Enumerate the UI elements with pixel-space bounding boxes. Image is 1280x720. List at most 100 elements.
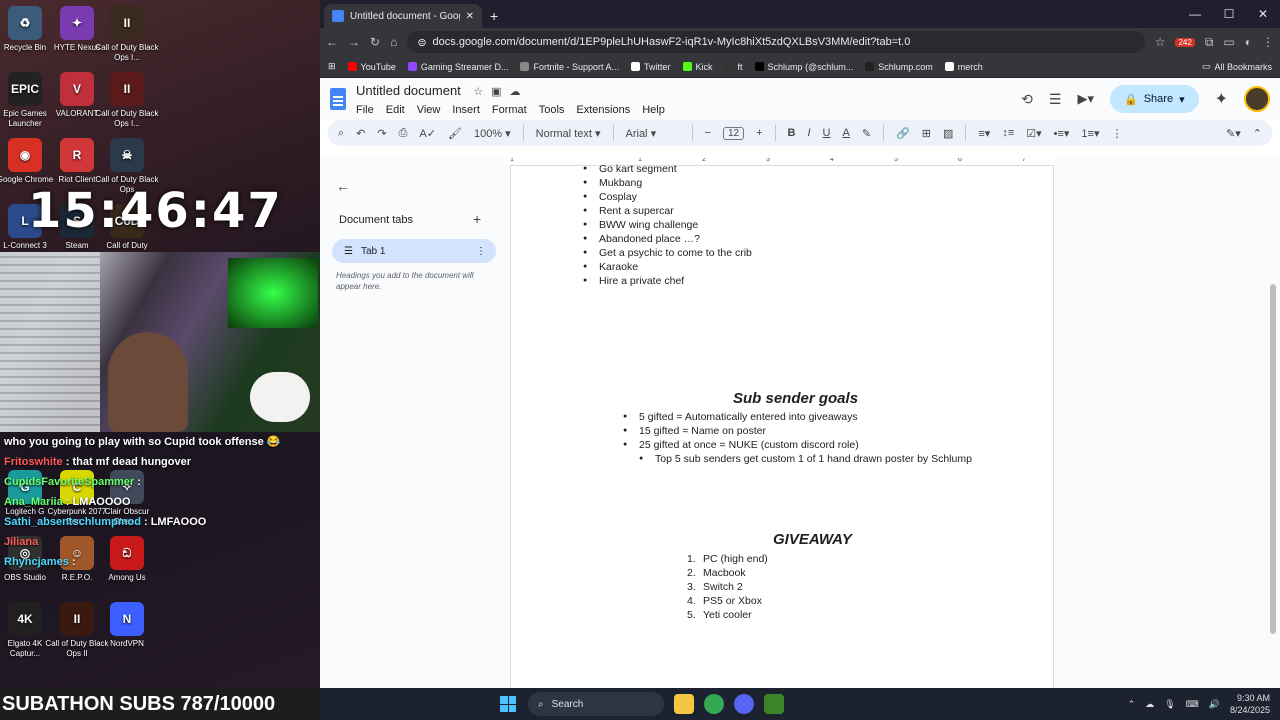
menu-edit[interactable]: Edit bbox=[386, 104, 405, 116]
document-page[interactable]: Go kart segmentMukbangCosplayRent a supe… bbox=[510, 162, 1054, 688]
side-panel-icon[interactable]: ▭ bbox=[1223, 35, 1234, 49]
undo-icon[interactable]: ↶ bbox=[356, 127, 365, 140]
bookmark-item[interactable]: merch bbox=[944, 62, 983, 72]
menu-file[interactable]: File bbox=[356, 104, 374, 116]
site-info-icon[interactable]: ⊜ bbox=[417, 36, 426, 49]
back-arrow-icon[interactable]: ← bbox=[336, 178, 350, 194]
redo-icon[interactable]: ↷ bbox=[377, 127, 386, 140]
url-field[interactable]: ⊜ docs.google.com/document/d/1EP9pleLhUH… bbox=[407, 31, 1145, 53]
menu-tools[interactable]: Tools bbox=[539, 104, 565, 116]
bookmark-item[interactable]: Schlump.com bbox=[865, 62, 933, 72]
mic-icon[interactable]: 🎙 bbox=[1164, 699, 1175, 710]
highlight-icon[interactable]: ✎ bbox=[862, 127, 871, 140]
tab-options-icon[interactable]: ⋮ bbox=[476, 246, 486, 257]
docs-logo-icon[interactable] bbox=[330, 88, 346, 110]
network-icon[interactable]: ⌨ bbox=[1186, 699, 1199, 710]
desktop-icon[interactable]: II Call of Duty Black Ops I... bbox=[94, 72, 160, 129]
share-dropdown-icon[interactable]: ▾ bbox=[1179, 93, 1185, 106]
search-placeholder: Search bbox=[551, 698, 584, 710]
tray-overflow-icon[interactable]: ⌃ bbox=[1128, 699, 1136, 710]
list-text: Macbook bbox=[703, 567, 746, 579]
menu-insert[interactable]: Insert bbox=[452, 104, 480, 116]
search-menus-icon[interactable]: ⌕ bbox=[338, 127, 344, 140]
extension-badge[interactable]: 242 bbox=[1175, 37, 1195, 47]
zoom-select[interactable]: 100% ▾ bbox=[474, 127, 511, 140]
cloud-status-icon[interactable]: ☁ bbox=[510, 85, 521, 98]
back-icon[interactable]: ← bbox=[326, 35, 338, 49]
style-select[interactable]: Normal text ▾ bbox=[536, 127, 601, 140]
numbered-list-icon[interactable]: 1≡▾ bbox=[1081, 127, 1099, 140]
chrome-icon[interactable] bbox=[704, 694, 724, 714]
bullet-list-icon[interactable]: •≡▾ bbox=[1054, 127, 1070, 140]
font-size-field[interactable]: 12 bbox=[722, 126, 745, 140]
new-tab-icon[interactable]: + bbox=[490, 8, 498, 24]
print-icon[interactable]: ⎙ bbox=[399, 127, 408, 140]
image-icon[interactable]: ▨ bbox=[943, 127, 953, 140]
bookmark-item[interactable]: Gaming Streamer D... bbox=[407, 62, 508, 72]
extensions-icon[interactable]: ⧉ bbox=[1205, 35, 1214, 50]
desktop-icon[interactable]: II Call of Duty Black Ops I... bbox=[94, 6, 160, 63]
bookmark-star-icon[interactable]: ☆ bbox=[1155, 35, 1166, 49]
paint-format-icon[interactable]: 🖌 bbox=[448, 127, 462, 140]
maximize-icon[interactable]: ☐ bbox=[1212, 0, 1246, 28]
close-window-icon[interactable]: ✕ bbox=[1246, 0, 1280, 28]
close-tab-icon[interactable]: ✕ bbox=[466, 11, 474, 22]
bookmark-item[interactable]: Fortnite - Support A... bbox=[520, 62, 619, 72]
decrease-font-icon[interactable]: − bbox=[705, 127, 711, 139]
move-folder-icon[interactable]: ▣ bbox=[491, 85, 501, 98]
comment-icon[interactable]: ⊞ bbox=[922, 127, 931, 140]
align-icon[interactable]: ≡▾ bbox=[978, 127, 990, 140]
bookmark-item[interactable]: Kick bbox=[682, 62, 713, 72]
meet-icon[interactable]: ▶▾ bbox=[1077, 91, 1094, 107]
taskbar-search[interactable]: ⌕ Search bbox=[528, 692, 664, 716]
all-bookmarks[interactable]: ▭ All Bookmarks bbox=[1202, 61, 1272, 72]
editing-mode-icon[interactable]: ✎▾ bbox=[1226, 127, 1241, 140]
spellcheck-icon[interactable]: A✓ bbox=[419, 127, 436, 140]
menu-help[interactable]: Help bbox=[642, 104, 665, 116]
share-button[interactable]: 🔒 Share ▾ bbox=[1110, 85, 1199, 113]
menu-extensions[interactable]: Extensions bbox=[576, 104, 630, 116]
file-explorer-icon[interactable] bbox=[674, 694, 694, 714]
underline-button[interactable]: U bbox=[823, 127, 831, 139]
gemini-icon[interactable]: ✦ bbox=[1215, 89, 1228, 109]
checklist-icon[interactable]: ☑▾ bbox=[1026, 127, 1041, 140]
onedrive-icon[interactable]: ☁ bbox=[1145, 699, 1154, 710]
italic-button[interactable]: I bbox=[807, 127, 810, 139]
hide-menus-icon[interactable]: ⌃ bbox=[1253, 127, 1262, 140]
profile-icon[interactable]: ◐ bbox=[1245, 35, 1252, 49]
add-tab-icon[interactable]: + bbox=[473, 211, 481, 227]
bookmark-item[interactable]: ft bbox=[724, 62, 743, 72]
browser-tab[interactable]: Untitled document - Google Do ✕ bbox=[324, 4, 482, 28]
line-spacing-icon[interactable]: ↕≡ bbox=[1002, 127, 1014, 139]
minimize-icon[interactable]: — bbox=[1178, 0, 1212, 28]
scrollbar[interactable] bbox=[1270, 284, 1276, 634]
menu-icon[interactable]: ⋮ bbox=[1262, 35, 1274, 49]
link-icon[interactable]: 🔗 bbox=[896, 127, 910, 140]
text-color-button[interactable]: A bbox=[842, 127, 849, 139]
start-icon[interactable] bbox=[500, 696, 516, 712]
reload-icon[interactable]: ↻ bbox=[370, 35, 380, 49]
version-history-icon[interactable]: ⟲ bbox=[1021, 91, 1033, 108]
minecraft-icon[interactable] bbox=[764, 694, 784, 714]
doc-tab-1[interactable]: ☰ Tab 1 ⋮ bbox=[332, 239, 496, 263]
forward-icon[interactable]: → bbox=[348, 35, 360, 49]
comments-icon[interactable]: ☰ bbox=[1049, 91, 1062, 108]
desktop-icon[interactable]: N NordVPN bbox=[94, 602, 160, 649]
apps-icon[interactable]: ⊞ bbox=[328, 61, 336, 72]
font-select[interactable]: Arial ▾ bbox=[626, 127, 680, 140]
datetime[interactable]: 9:30 AM 8/24/2025 bbox=[1230, 692, 1270, 716]
volume-icon[interactable]: 🔊 bbox=[1209, 699, 1220, 710]
bookmark-item[interactable]: YouTube bbox=[347, 62, 396, 72]
bold-button[interactable]: B bbox=[788, 127, 796, 139]
menu-format[interactable]: Format bbox=[492, 104, 527, 116]
discord-icon[interactable] bbox=[734, 694, 754, 714]
increase-font-icon[interactable]: + bbox=[756, 127, 762, 139]
bookmark-item[interactable]: Twitter bbox=[631, 62, 671, 72]
bookmark-item[interactable]: Schlump (@schlum... bbox=[754, 62, 853, 72]
star-icon[interactable]: ☆ bbox=[473, 85, 483, 98]
account-avatar[interactable] bbox=[1244, 86, 1270, 112]
menu-view[interactable]: View bbox=[417, 104, 441, 116]
document-title[interactable]: Untitled document bbox=[356, 83, 461, 98]
home-icon[interactable]: ⌂ bbox=[390, 35, 397, 49]
more-options-icon[interactable]: ⋮ bbox=[1111, 127, 1122, 140]
